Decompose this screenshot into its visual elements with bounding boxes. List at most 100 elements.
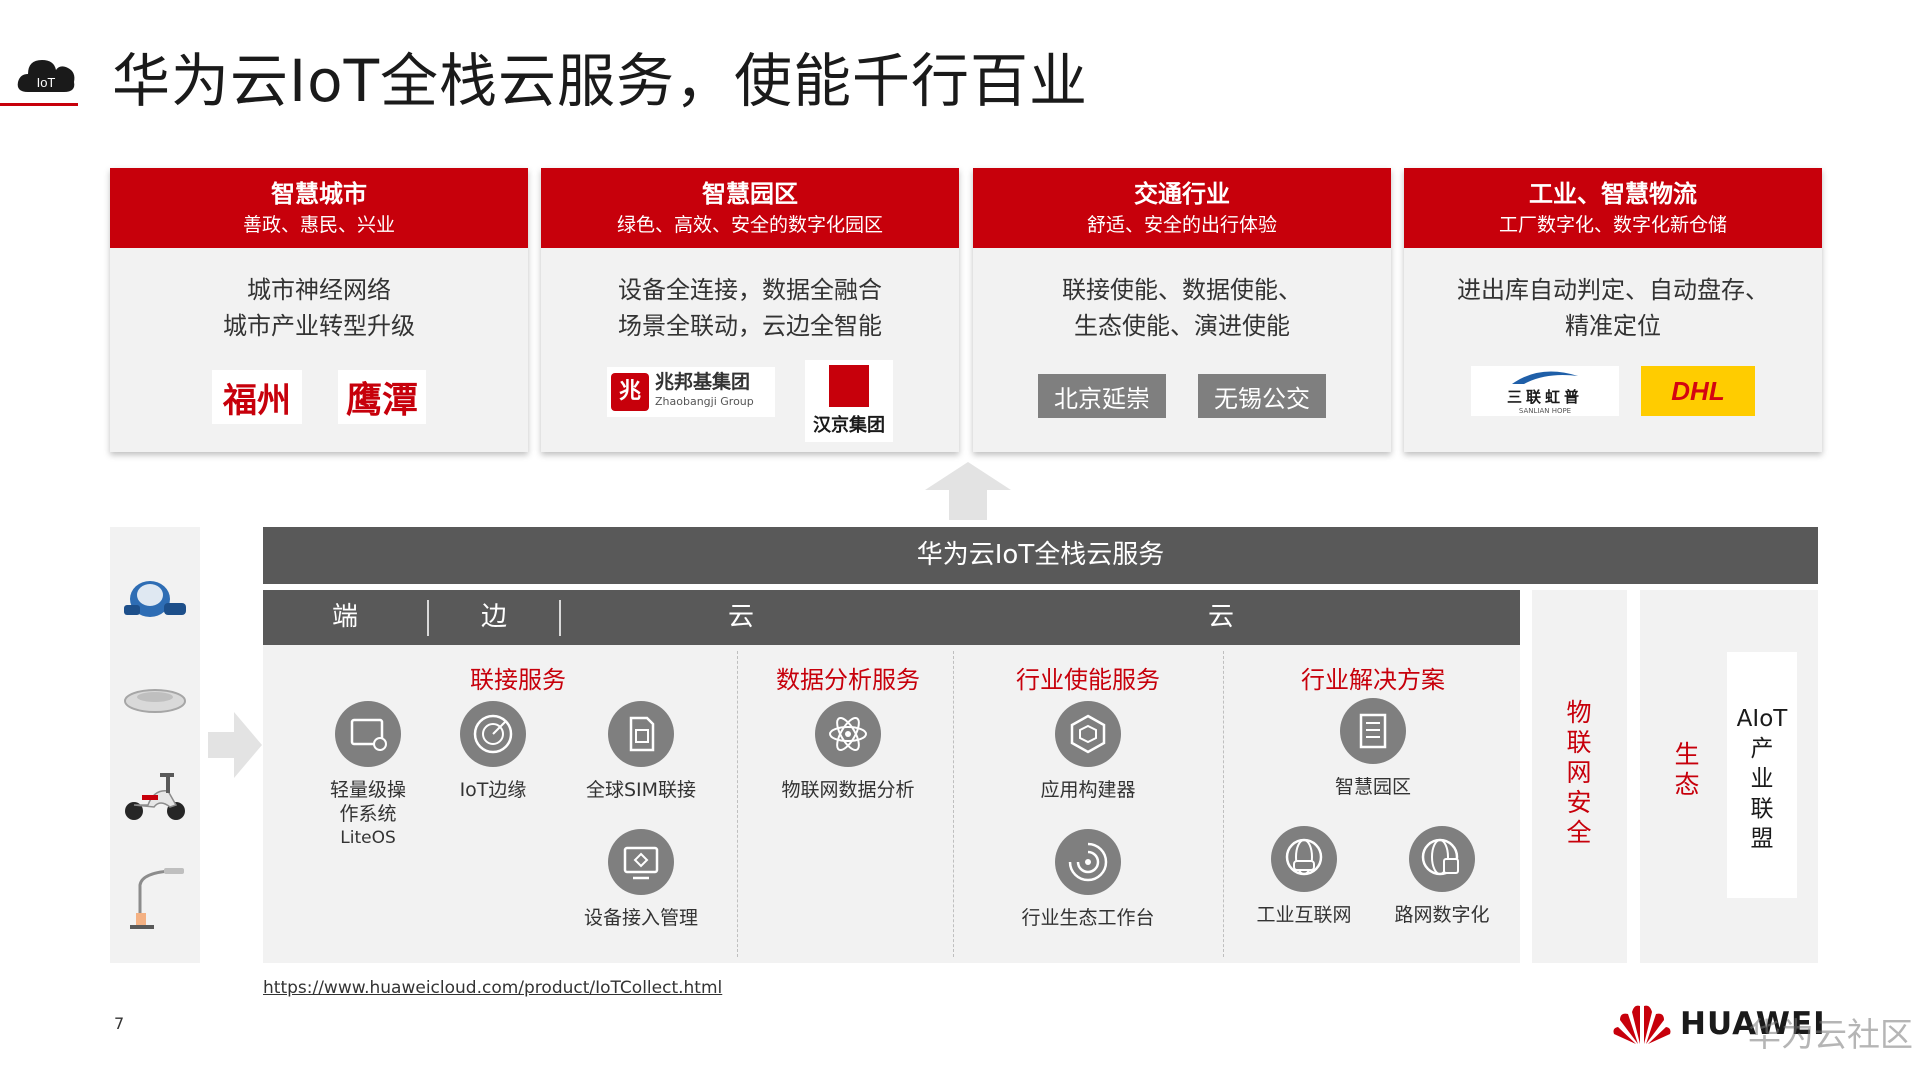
solution-industrial-internet[interactable]: 工业互联网 [1229, 825, 1379, 927]
tier-cloud: 云 [1207, 602, 1234, 632]
service-label: 工业互联网 [1256, 904, 1352, 926]
card-subtitle: 善政、惠民、兴业 [242, 214, 395, 236]
desc-line: 生态使能、演进使能 [1074, 312, 1290, 340]
tier-device: 端 [331, 602, 358, 632]
card-description: 城市神经网络 城市产业转型升级 [110, 272, 528, 344]
service-label: 应用构建器 [1040, 779, 1136, 801]
service-iot-analytics[interactable]: 物联网数据分析 [773, 700, 923, 802]
full-stack-banner: 华为云IoT全栈云服务 [263, 527, 1818, 584]
zhaobangji-mark-icon: 兆 [611, 373, 649, 411]
logo-row: 兆 兆邦基集团 Zhaobangji Group 汉京集团 [541, 360, 959, 442]
desc-line: 精准定位 [1565, 312, 1661, 340]
up-arrow-icon [925, 462, 1011, 520]
card-title: 交通行业 [1134, 180, 1230, 208]
card-subtitle: 舒适、安全的出行体验 [1086, 214, 1277, 236]
card-subtitle: 绿色、高效、安全的数字化园区 [616, 214, 883, 236]
card-description: 联接使能、数据使能、 生态使能、演进使能 [973, 272, 1391, 344]
hanking-name: 汉京集团 [813, 415, 885, 436]
right-arrow-icon [208, 712, 262, 778]
service-label: 智慧园区 [1334, 776, 1411, 798]
aiot-alliance-box: AIoT 产 业 联 盟 [1727, 652, 1797, 898]
sim-icon [608, 701, 674, 767]
tier-cloud: 云 [727, 602, 754, 632]
beijing-yanchong-logo: 北京延崇 [1038, 374, 1166, 418]
service-label: IoT边缘 [459, 779, 527, 801]
huawei-logo-icon [1613, 1005, 1671, 1044]
e-scooter-icon [125, 773, 185, 820]
tier-edge: 边 [480, 602, 507, 632]
sanlian-name: 三联虹普 [1506, 387, 1583, 406]
card-header: 交通行业 舒适、安全的出行体验 [973, 168, 1391, 248]
service-label: 全球SIM联接 [585, 779, 697, 801]
card-title: 智慧城市 [271, 180, 367, 208]
logo-row: 福州 鹰潭 [110, 370, 528, 424]
street-light-icon [130, 868, 184, 929]
zhaobangji-name: 兆邦基集团 [655, 371, 751, 393]
tier-bar: 端 边 云 云 [263, 590, 1520, 645]
category-analytics: 数据分析服务 [776, 666, 920, 694]
category-enablement: 行业使能服务 [1016, 666, 1160, 694]
service-label: 行业生态工作台 [1021, 907, 1155, 929]
service-area: 联接服务 轻量级操 作系统 LiteOS IoT边缘 全球SIM联接 设备接入管… [263, 645, 1520, 963]
category-connect: 联接服务 [470, 666, 566, 694]
service-label: 设备接入管理 [583, 907, 698, 929]
desc-line: 联接使能、数据使能、 [1062, 276, 1302, 304]
page-title: 华为云IoT全栈云服务，使能千行百业 [112, 47, 1089, 115]
device-strip [110, 527, 200, 963]
service-ecosystem-workbench[interactable]: 行业生态工作台 [1013, 828, 1163, 930]
community-watermark: 华为云社区 [1748, 1015, 1913, 1054]
card-header: 智慧园区 绿色、高效、安全的数字化园区 [541, 168, 959, 248]
wuxi-bus-logo: 无锡公交 [1198, 374, 1326, 418]
solution-road-digitalization[interactable]: 路网数字化 [1367, 825, 1517, 927]
desc-line: 城市产业转型升级 [223, 312, 415, 340]
swirl-icon [1055, 829, 1121, 895]
globe-bus-icon [1409, 826, 1475, 892]
card-smart-city: 智慧城市 善政、惠民、兴业 城市神经网络 城市产业转型升级 福州 鹰潭 [110, 168, 528, 452]
card-subtitle: 工厂数字化、数字化新仓储 [1498, 214, 1727, 236]
category-solutions: 行业解决方案 [1301, 666, 1445, 694]
service-device-access[interactable]: 设备接入管理 [566, 828, 716, 930]
product-link[interactable]: https://www.huaweicloud.com/product/IoTC… [263, 978, 722, 998]
smoke-detector-icon [124, 689, 186, 713]
column-divider [953, 651, 954, 957]
hanking-logo: 汉京集团 [805, 360, 893, 442]
water-meter-icon [124, 581, 186, 617]
desc-line: 场景全联动，云边全智能 [618, 312, 882, 340]
building-icon [1340, 698, 1406, 764]
iot-security-panel: 物联网安全 [1532, 590, 1627, 963]
desc-line: 进出库自动判定、自动盘存、 [1457, 276, 1769, 304]
fuzhou-logo: 福州 [212, 370, 302, 424]
sanlian-wave-icon [1512, 371, 1578, 384]
solution-smart-park[interactable]: 智慧园区 [1298, 697, 1448, 799]
device-access-icon [608, 829, 674, 895]
sanlian-en: SANLIAN HOPE [1518, 406, 1572, 415]
cube-icon [1055, 701, 1121, 767]
desc-line: 城市神经网络 [247, 276, 391, 304]
card-header: 智慧城市 善政、惠民、兴业 [110, 168, 528, 248]
zhaobangji-en: Zhaobangji Group [655, 395, 754, 408]
card-title: 智慧园区 [702, 180, 798, 208]
iot-security-label: 物联网安全 [1566, 698, 1592, 847]
service-iot-edge[interactable]: IoT边缘 [418, 700, 568, 802]
card-transport: 交通行业 舒适、安全的出行体验 联接使能、数据使能、 生态使能、演进使能 北京延… [973, 168, 1391, 452]
service-label: 物联网数据分析 [781, 779, 915, 801]
service-label: 路网数字化 [1394, 904, 1490, 926]
service-app-builder[interactable]: 应用构建器 [1013, 700, 1163, 802]
card-title: 工业、智慧物流 [1529, 180, 1697, 208]
sanlian-hope-logo: 三联虹普 SANLIAN HOPE [1471, 366, 1619, 416]
column-divider [1223, 651, 1224, 957]
yingtan-logo: 鹰潭 [338, 370, 426, 424]
hanking-mark-icon [829, 365, 869, 407]
card-description: 设备全连接，数据全融合 场景全联动，云边全智能 [541, 272, 959, 344]
page-number: 7 [114, 1014, 125, 1033]
card-header: 工业、智慧物流 工厂数字化、数字化新仓储 [1404, 168, 1822, 248]
dhl-logo: DHL [1641, 366, 1755, 416]
card-industry-logistics: 工业、智慧物流 工厂数字化、数字化新仓储 进出库自动判定、自动盘存、 精准定位 … [1404, 168, 1822, 452]
logo-row: 北京延崇 无锡公交 [973, 374, 1391, 418]
logo-row: 三联虹普 SANLIAN HOPE DHL [1404, 366, 1822, 416]
card-smart-park: 智慧园区 绿色、高效、安全的数字化园区 设备全连接，数据全融合 场景全联动，云边… [541, 168, 959, 452]
service-global-sim[interactable]: 全球SIM联接 [566, 700, 716, 802]
card-description: 进出库自动判定、自动盘存、 精准定位 [1404, 272, 1822, 344]
aiot-alliance-label: AIoT 产 业 联 盟 [1736, 706, 1788, 852]
iot-cloud-icon: IoT [17, 60, 75, 92]
